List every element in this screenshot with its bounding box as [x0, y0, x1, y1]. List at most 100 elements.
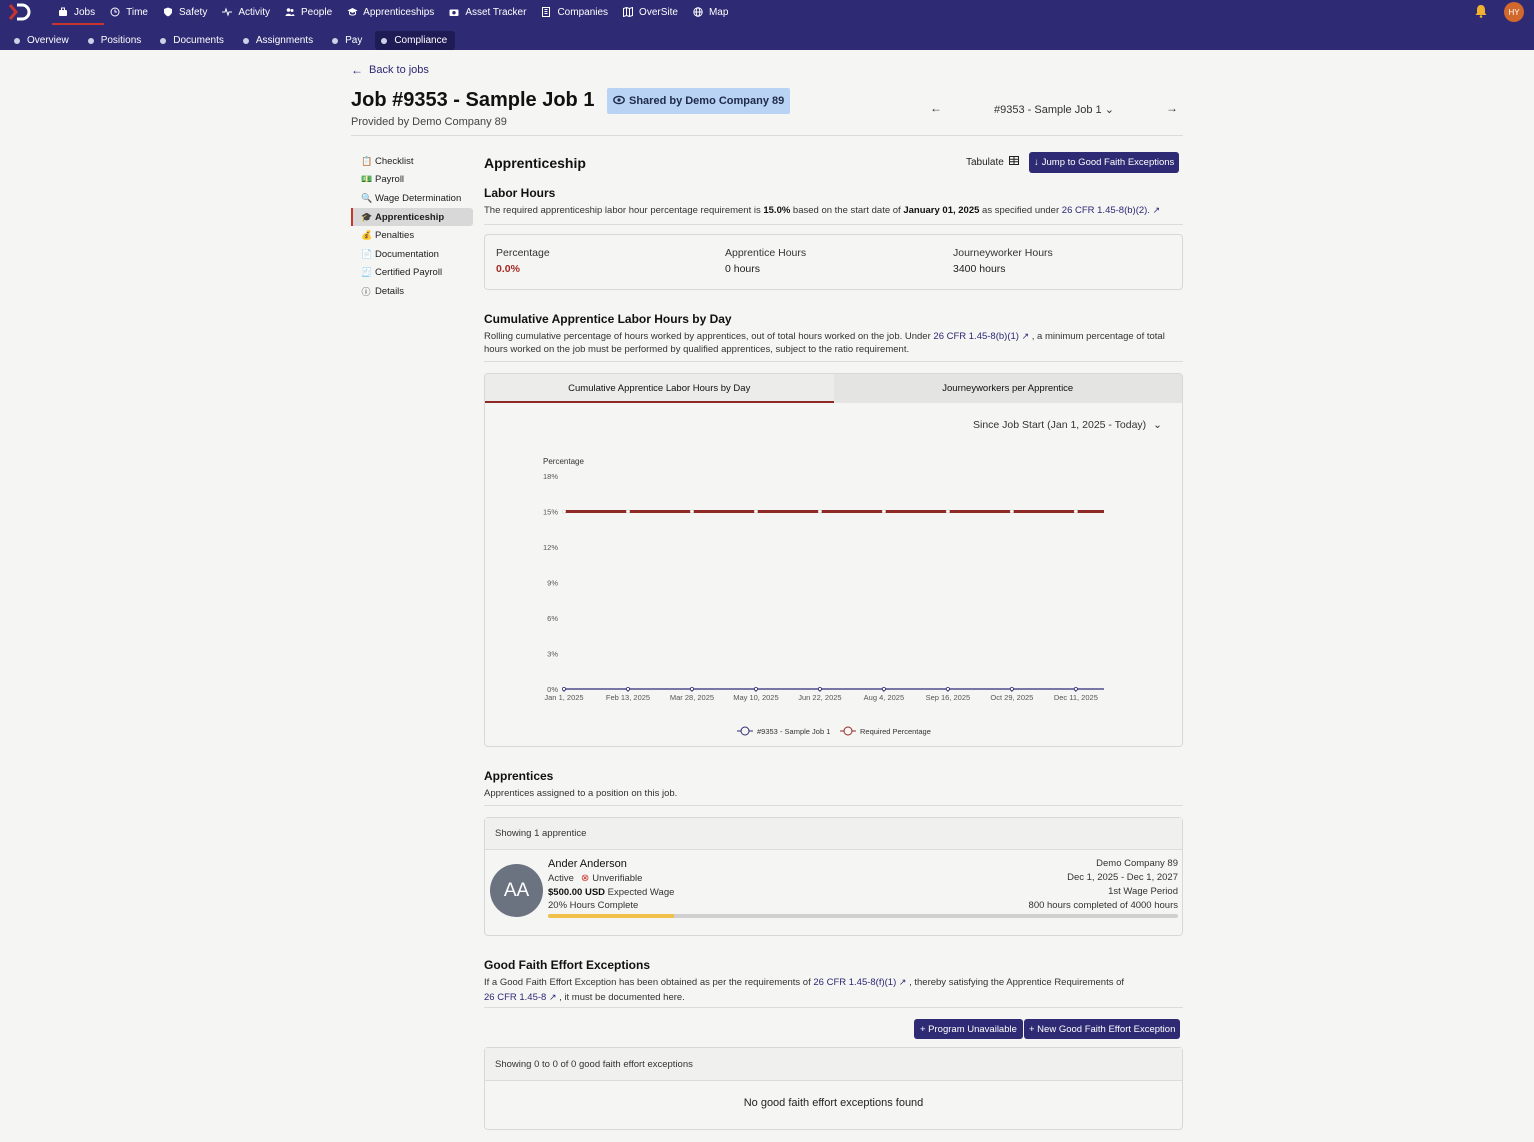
x-tick-label: Feb 13, 2025	[606, 693, 650, 702]
shield-icon	[163, 7, 173, 17]
nav-asset-tracker[interactable]: Asset Tracker	[443, 0, 535, 24]
data-point	[625, 686, 630, 691]
sidebar-item-checklist[interactable]: 📋 Checklist	[351, 152, 473, 171]
link-label: 26 CFR 1.45-8	[484, 992, 547, 1003]
divider	[351, 135, 1183, 136]
page-title: Job #9353 - Sample Job 1	[351, 89, 595, 111]
desc-text: as specified under	[979, 205, 1062, 216]
shared-badge: Shared by Demo Company 89	[607, 88, 791, 114]
next-job-button[interactable]: →	[1166, 101, 1178, 115]
x-tick-label: Aug 4, 2025	[864, 693, 904, 702]
subnav-compliance[interactable]: Compliance	[375, 31, 456, 50]
x-tick-label: Oct 29, 2025	[990, 693, 1033, 702]
people-icon	[285, 7, 295, 17]
gfe-card: Showing 0 to 0 of 0 good faith effort ex…	[484, 1047, 1183, 1130]
subnav-pay[interactable]: Pay	[326, 31, 370, 50]
nav-oversite[interactable]: OverSite	[617, 0, 687, 24]
cfr-link[interactable]: 26 CFR 1.45-8 ↗	[484, 992, 557, 1003]
subnav-label: Overview	[27, 35, 69, 46]
nav-map[interactable]: Map	[687, 0, 737, 24]
apprentices-description: Apprentices assigned to a position on th…	[484, 788, 678, 799]
nav-people[interactable]: People	[279, 0, 341, 24]
data-point	[1009, 686, 1014, 691]
nav-safety[interactable]: Safety	[157, 0, 216, 24]
app-logo-icon[interactable]	[8, 3, 32, 21]
legend-marker	[740, 726, 750, 736]
subnav-documents[interactable]: Documents	[154, 31, 232, 50]
nav-time[interactable]: Time	[104, 0, 157, 24]
desc-text: The required apprenticeship labor hour p…	[484, 205, 764, 216]
subnav-positions[interactable]: Positions	[82, 31, 150, 50]
subnav-overview[interactable]: Overview	[8, 31, 77, 50]
pulse-icon	[222, 7, 233, 17]
building-icon	[541, 7, 551, 17]
back-label: Back to jobs	[369, 64, 429, 76]
tabulate-label: Tabulate	[966, 156, 1004, 168]
sidebar-item-certified-payroll[interactable]: 🧾 Certified Payroll	[351, 264, 473, 283]
chart-card: Cumulative Apprentice Labor Hours by Day…	[484, 373, 1183, 747]
job-selector[interactable]: #9353 - Sample Job 1 ⌄	[994, 103, 1114, 116]
jump-to-gfe-button[interactable]: ↓ Jump to Good Faith Exceptions	[1029, 152, 1180, 173]
apprentice-name[interactable]: Ander Anderson	[548, 858, 627, 870]
sidebar-item-details[interactable]: ⓘ Details	[351, 282, 473, 301]
x-tick-label: Dec 11, 2025	[1054, 693, 1098, 702]
compliance-sidebar: 📋 Checklist 💵 Payroll 🔍 Wage Determination …	[351, 152, 473, 301]
divider	[484, 224, 1183, 225]
clipboard-check-icon: 📋	[361, 155, 373, 166]
data-point	[1073, 509, 1078, 514]
sidebar-item-payroll[interactable]: 💵 Payroll	[351, 171, 473, 190]
external-link-icon: ↗	[1021, 331, 1030, 341]
new-gfe-exception-button[interactable]: + New Good Faith Effort Exception	[1024, 1019, 1181, 1039]
external-link-icon: ↗	[548, 992, 557, 1002]
sidebar-item-apprenticeship[interactable]: 🎓 Apprenticeship	[351, 207, 473, 227]
cfr-link[interactable]: 26 CFR 1.45-8(b)(2). ↗	[1062, 205, 1160, 216]
status-text: Active	[548, 873, 574, 884]
line-chart: Percentage0%3%6%9%12%15%18%Jan 1, 2025 Fe…	[543, 457, 1104, 736]
section-heading: Apprenticeship	[484, 155, 586, 171]
divider	[484, 1007, 1183, 1008]
stat-apprentice-hours: Apprentice Hours 0 hours	[725, 247, 806, 275]
tabulate-toggle[interactable]: Tabulate	[966, 156, 1019, 168]
cfr-link[interactable]: 26 CFR 1.45-8(f)(1) ↗	[813, 977, 906, 988]
wage-label: Expected Wage	[605, 887, 675, 898]
user-avatar[interactable]: HY	[1504, 2, 1524, 22]
data-point	[562, 686, 567, 691]
data-point	[753, 686, 758, 691]
apprentice-wage: $500.00 USD Expected Wage	[548, 887, 674, 898]
notification-bell-icon[interactable]	[1474, 4, 1488, 18]
desc-text: Rolling cumulative percentage of hours w…	[484, 331, 934, 342]
map-book-icon	[623, 6, 634, 18]
previous-job-button[interactable]: ←	[930, 101, 942, 115]
primary-nav: Jobs Time Safety Activity People Apprent…	[52, 0, 737, 26]
sidebar-item-penalties[interactable]: 💰 Penalties	[351, 226, 473, 245]
gfe-empty-state: No good faith effort exceptions found	[743, 1097, 924, 1109]
desc-percentage: 15.0%	[763, 205, 791, 216]
apprentices-heading: Apprentices	[484, 769, 554, 783]
sidebar-item-label: Penalties	[375, 230, 415, 242]
program-unavailable-button[interactable]: + Program Unavailable	[914, 1019, 1023, 1039]
camera-icon	[449, 7, 459, 17]
nav-companies[interactable]: Companies	[535, 0, 617, 24]
x-tick-label: May 10, 2025	[733, 693, 778, 702]
sidebar-item-documentation[interactable]: 📄 Documentation	[351, 245, 473, 264]
subnav-assignments[interactable]: Assignments	[237, 31, 321, 50]
cfr-link[interactable]: 26 CFR 1.45-8(b)(1) ↗	[933, 331, 1029, 342]
nav-label: OverSite	[639, 6, 678, 18]
sidebar-item-wage-determination[interactable]: 🔍 Wage Determination	[351, 189, 473, 208]
nav-label: Time	[126, 6, 148, 18]
apprentices-card: Showing 1 apprentice AA Ander Anderson A…	[484, 817, 1183, 936]
subnav-label: Positions	[100, 35, 142, 46]
arrow-left-icon: ←	[351, 63, 363, 77]
nav-jobs[interactable]: Jobs	[52, 0, 105, 25]
legend-label: #9353 - Sample Job 1	[757, 727, 830, 736]
table-icon	[1008, 156, 1019, 168]
y-axis-label: Percentage	[543, 457, 584, 466]
nav-apprenticeships[interactable]: Apprenticeships	[341, 0, 443, 24]
data-point	[1009, 509, 1014, 514]
file-dollar-icon: 🧾	[361, 267, 373, 278]
subnav-label: Documents	[173, 35, 224, 46]
back-to-jobs-link[interactable]: ← Back to jobs	[351, 63, 429, 77]
progress-fill	[548, 914, 674, 918]
info-icon: ⓘ	[361, 286, 371, 297]
nav-activity[interactable]: Activity	[216, 0, 279, 24]
